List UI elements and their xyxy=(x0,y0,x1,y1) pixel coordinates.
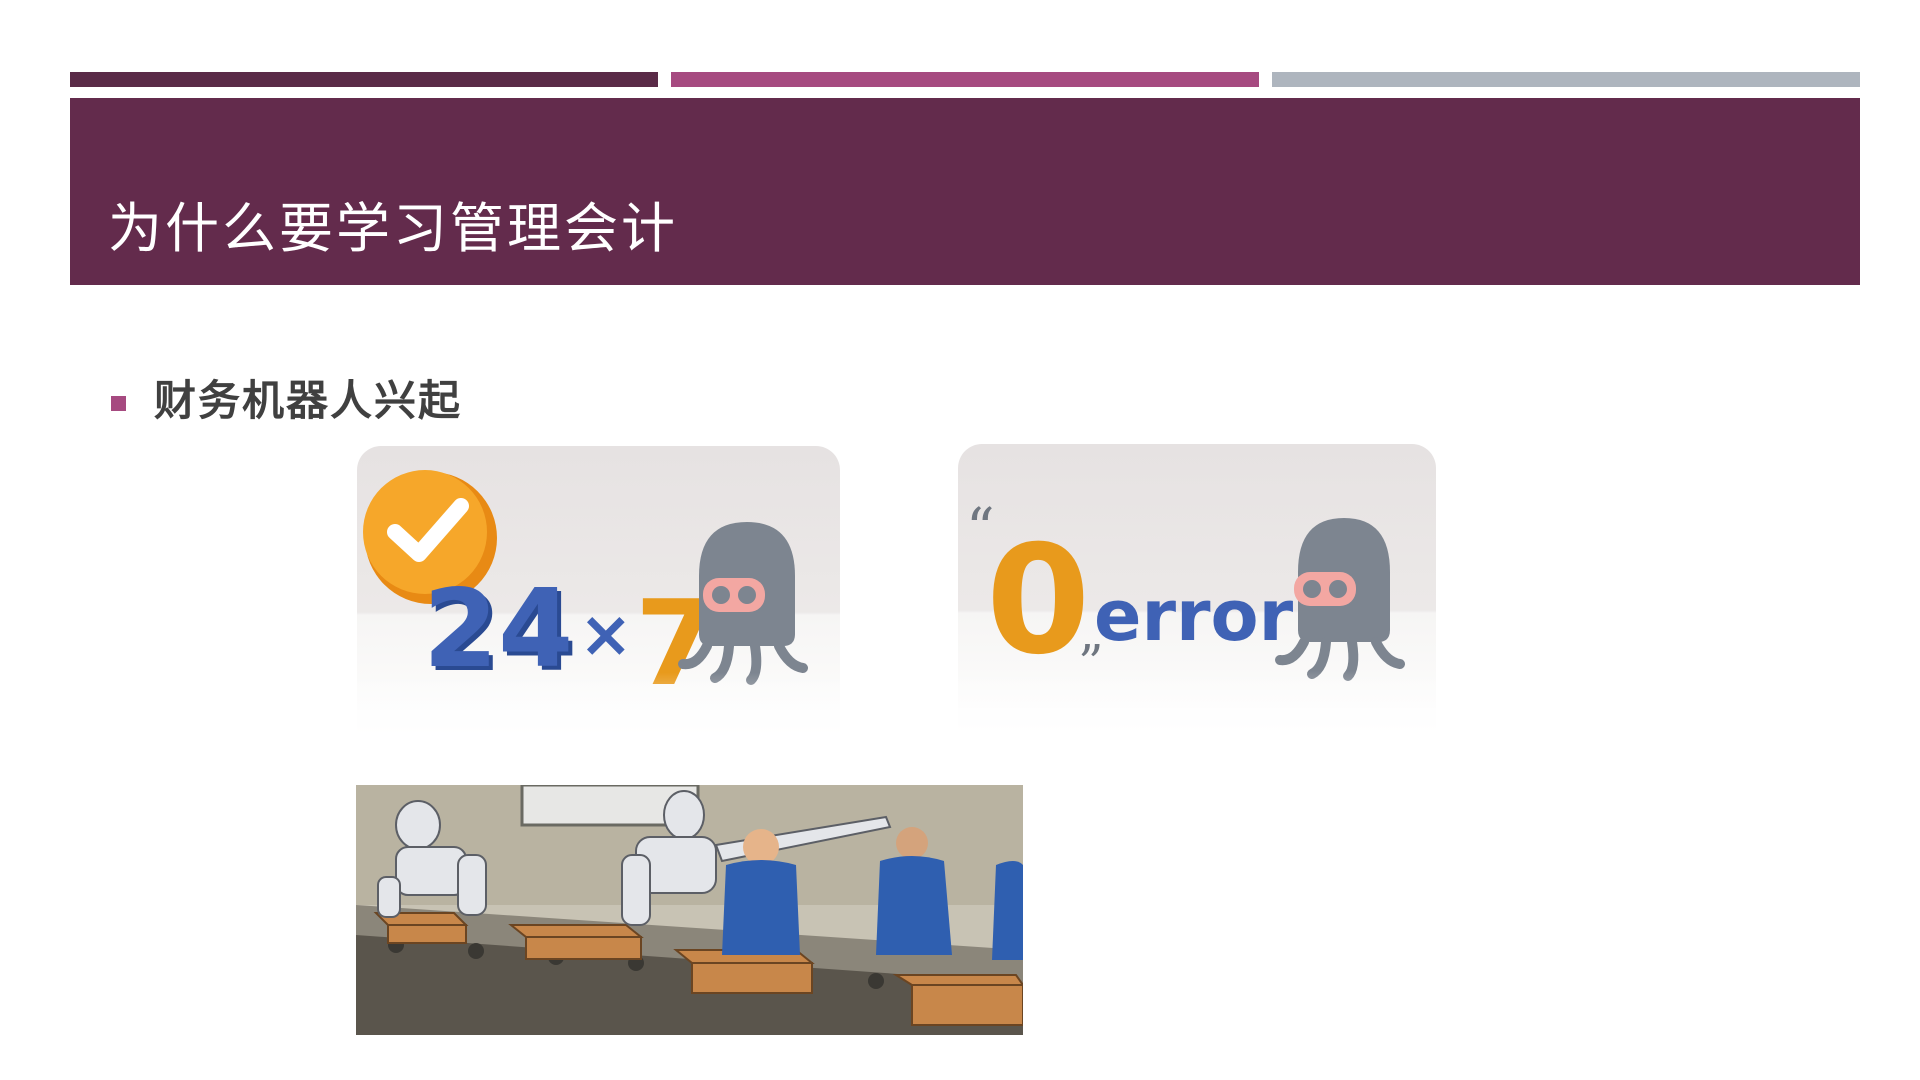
bullet-text: 财务机器人兴起 xyxy=(154,376,463,425)
slide-title: 为什么要学习管理会计 xyxy=(108,197,678,260)
header-stripe-magenta xyxy=(671,72,1259,87)
bullet-marker xyxy=(111,396,126,411)
image-24x7-robot: 24 24 × 7 xyxy=(357,446,840,748)
worker-figure xyxy=(992,861,1023,960)
title-bar: 为什么要学习管理会计 xyxy=(70,98,1860,285)
image-robots-factory xyxy=(356,785,1023,1035)
image-zero-error: “ 0 ” error xyxy=(958,444,1436,746)
header-stripe-gray xyxy=(1272,72,1860,87)
header-stripe-dark xyxy=(70,72,658,87)
